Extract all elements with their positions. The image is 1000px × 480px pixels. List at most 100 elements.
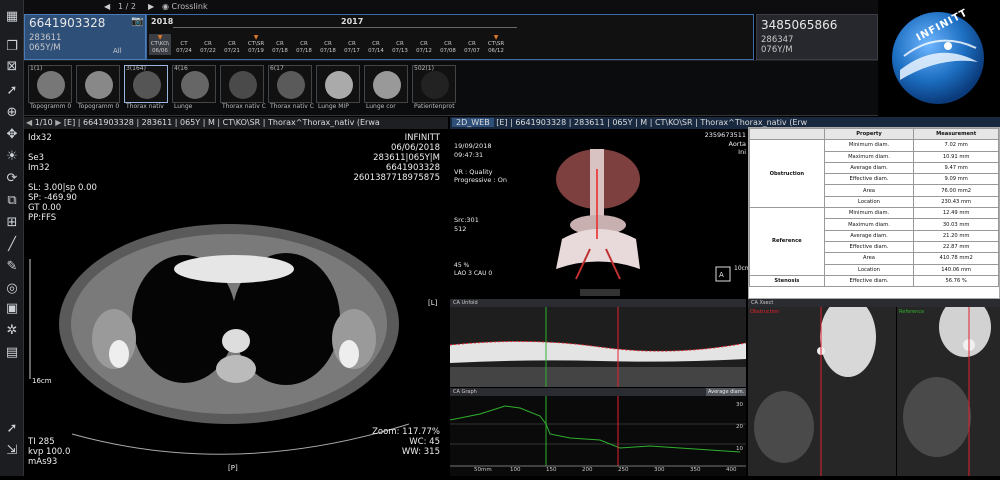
rtr-text: 2359673511 Aorta Ini — [704, 131, 746, 156]
study-modality: CR — [228, 41, 236, 47]
study-item[interactable]: CR 07/22 — [197, 34, 219, 55]
pan-icon[interactable]: ✥ — [3, 126, 21, 144]
expand-icon[interactable]: ⇲ — [3, 442, 21, 460]
lbl-text: TI 285 kvp 100.0 mAs93 — [28, 437, 71, 467]
study-spacer — [413, 34, 435, 41]
group-cell: Stenosis — [749, 274, 825, 288]
property-cell: Location — [823, 195, 915, 209]
study-spacer — [221, 34, 243, 41]
tab-2d-web[interactable]: 2D_WEB — [452, 118, 494, 127]
graph-x-tick: 200 — [582, 467, 593, 473]
study-date: 07/17 — [344, 48, 360, 54]
layout-icon[interactable]: ⊞ — [3, 214, 21, 232]
study-item[interactable]: CR 07/18 — [293, 34, 315, 55]
close-window-icon[interactable]: ⊠ — [3, 58, 21, 76]
cursor-icon[interactable]: ➚ — [3, 420, 21, 438]
study-date: 07/21 — [224, 48, 240, 54]
rotate-icon[interactable]: ⟳ — [3, 170, 21, 188]
annotate-icon[interactable]: ✎ — [3, 258, 21, 276]
study-spacer — [437, 34, 459, 41]
orient-bottom: [P] — [228, 464, 238, 472]
reset-icon[interactable]: ✲ — [3, 322, 21, 340]
thumbnail-count: 502(1) — [414, 65, 434, 72]
study-spacer — [365, 34, 387, 41]
study-date: 06/06 — [152, 48, 168, 54]
window-level-icon[interactable]: ☀ — [3, 148, 21, 166]
crosslink-toggle[interactable]: ◉ Crosslink — [162, 2, 208, 11]
graph-type-dropdown[interactable]: Average diam. — [706, 388, 746, 396]
ltl-text: Idx32 Se3 Im32 SL: 3.00|sp 0.00 SP: -469… — [28, 133, 97, 223]
vr-overlay-tl: 19/09/2018 09:47:31 VR : Quality Progres… — [454, 142, 507, 185]
study-item[interactable]: CR 07/08 — [437, 34, 459, 55]
study-item[interactable]: CR 07/07 — [461, 34, 483, 55]
left-viewer-header: ◀ 1/10 ▶ [E] | 6641903328 | 283611 | 065… — [24, 117, 448, 129]
table-icon[interactable]: ▤ — [3, 344, 21, 362]
left-overlay-tr: INFINITT 06/06/2018 283611|065Y|M 664190… — [320, 133, 440, 183]
thumbnail-image — [277, 71, 305, 99]
study-modality: CR — [468, 41, 476, 47]
patient-card-current[interactable]: 6641903328 📷 283611 065Y/M All — [24, 14, 146, 60]
study-modality: CR — [300, 41, 308, 47]
graph-x-tick: 100 — [510, 467, 521, 473]
camera-icon[interactable]: 📷 — [131, 16, 143, 27]
stack-icon[interactable]: ⧉ — [3, 192, 21, 210]
study-item[interactable]: CR 07/12 — [413, 34, 435, 55]
cpr-viewport[interactable] — [449, 307, 747, 387]
zoom-icon[interactable]: ⊕ — [3, 104, 21, 122]
measurement-cell: 410.78 mm2 — [913, 252, 999, 265]
study-spacer — [173, 34, 195, 41]
measurement-cell: 9.47 mm — [913, 161, 999, 175]
patient-card-other[interactable]: 3485065866 286347 076Y/M — [756, 14, 878, 60]
study-item[interactable]: CR 07/14 — [365, 34, 387, 55]
left-overlay-bl: TI 285 kvp 100.0 mAs93 — [28, 437, 70, 467]
property-cell: Area — [823, 184, 915, 197]
graph-x-tick: 400 — [726, 467, 737, 473]
pointer-icon[interactable]: ➚ — [3, 82, 21, 100]
study-item[interactable]: CR 07/17 — [341, 34, 363, 55]
graph-x-tick: 250 — [618, 467, 629, 473]
patient-id: 6641903328 — [29, 16, 106, 30]
series-thumbnail[interactable] — [316, 65, 360, 103]
obstruction-view[interactable]: Obstruction — [748, 297, 896, 476]
series-thumbnail[interactable] — [364, 65, 408, 103]
roi-icon[interactable]: ◎ — [3, 280, 21, 298]
study-item[interactable]: CR 07/18 — [269, 34, 291, 55]
study-spacer — [341, 34, 363, 41]
series-prev-icon[interactable]: ◀ — [26, 118, 32, 127]
prev-page-icon[interactable]: ◀ — [104, 2, 110, 11]
study-item[interactable]: ▼ CT\KO\ 06/06 — [149, 34, 171, 55]
study-item[interactable]: CR 07/13 — [389, 34, 411, 55]
study-flag-icon: ▼ — [253, 34, 259, 41]
patient-code: 283611 — [29, 33, 62, 43]
window-icon[interactable]: ❐ — [3, 38, 21, 56]
series-next-icon[interactable]: ▶ — [55, 118, 61, 127]
study-date: 06/12 — [488, 48, 504, 54]
thumbnail-count: 6(17 — [270, 65, 284, 72]
thumbnail-label: Lunge — [174, 103, 193, 110]
pager: 1 / 2 — [118, 2, 136, 11]
measurement-cell: 140.06 mm — [913, 263, 999, 276]
reference-view[interactable]: Reference — [897, 297, 1000, 476]
infinitt-logo: INFINITT — [880, 0, 1000, 116]
study-item[interactable]: CR 07/21 — [221, 34, 243, 55]
thumbnail-count: 3(164) — [126, 65, 146, 72]
measurement-cell: 21.20 mm — [913, 229, 999, 242]
thumbnail-label: Lunge cor — [366, 103, 396, 110]
thumbnail-image — [325, 71, 353, 99]
year-2018: 2018 — [151, 17, 174, 26]
property-cell: Location — [823, 263, 915, 276]
study-item[interactable]: ▼ CT\SR 06/12 — [485, 34, 507, 55]
grid-layout-icon[interactable]: ▦ — [3, 8, 21, 26]
key-image-icon[interactable]: ▣ — [3, 300, 21, 318]
thumbnail-label: Thorax nativ C — [222, 103, 266, 110]
col-group — [749, 127, 825, 141]
filter-all[interactable]: All — [113, 46, 122, 56]
study-item[interactable]: CT 07/24 — [173, 34, 195, 55]
study-item[interactable]: ▼ CT\SR 07/19 — [245, 34, 267, 55]
study-item[interactable]: CR 07/18 — [317, 34, 339, 55]
measure-line-icon[interactable]: ╱ — [3, 236, 21, 254]
rml-text: Src:301 512 — [454, 216, 479, 233]
series-thumbnail[interactable] — [76, 65, 120, 103]
next-page-icon[interactable]: ▶ — [148, 2, 154, 11]
series-thumbnail[interactable] — [220, 65, 264, 103]
